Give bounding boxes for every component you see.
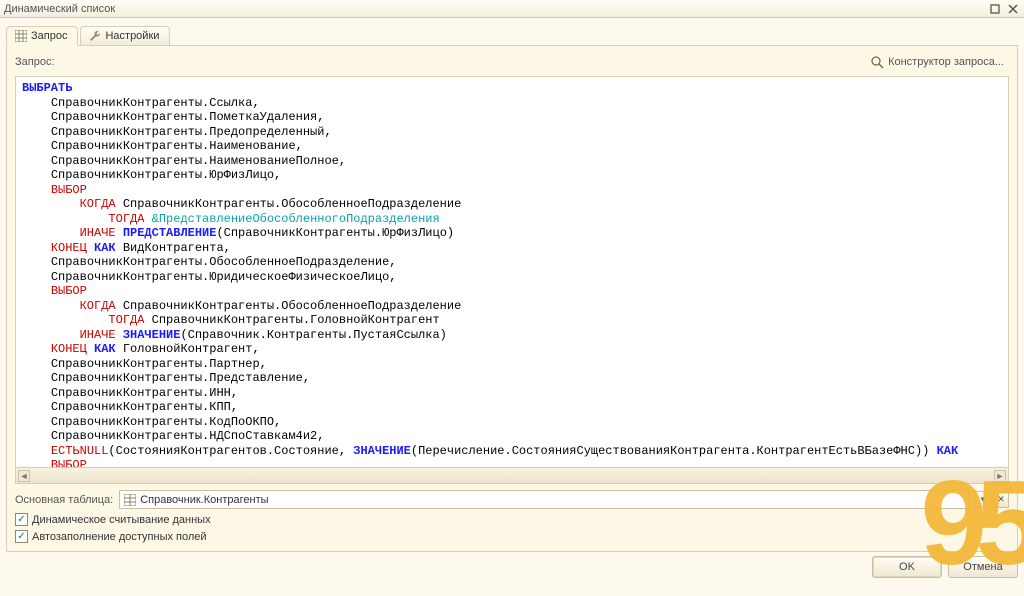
horizontal-scrollbar[interactable]: ◄ ►	[16, 467, 1008, 483]
dynamic-read-checkbox[interactable]: ✓ Динамическое считывание данных	[15, 513, 1009, 526]
tab-settings-label: Настройки	[105, 30, 159, 42]
close-button[interactable]	[1006, 2, 1020, 15]
table-small-icon	[124, 494, 136, 506]
main-table-input[interactable]: Справочник.Контрагенты	[119, 490, 969, 509]
ok-button[interactable]: OK	[872, 556, 942, 578]
magnifier-icon	[870, 55, 884, 69]
tab-query[interactable]: Запрос	[6, 26, 78, 46]
autofill-checkbox[interactable]: ✓ Автозаполнение доступных полей	[15, 530, 1009, 543]
dropdown-button[interactable]: ▾	[975, 491, 991, 508]
query-constructor-button[interactable]: Конструктор запроса...	[865, 52, 1009, 72]
check-icon: ✓	[15, 513, 28, 526]
check-icon: ✓	[15, 530, 28, 543]
tab-bar: Запрос Настройки	[6, 24, 1018, 46]
tab-query-label: Запрос	[31, 30, 67, 42]
clear-button[interactable]: ✕	[993, 491, 1009, 508]
window-title: Динамический список	[4, 3, 115, 15]
tab-settings[interactable]: Настройки	[80, 26, 170, 45]
window-controls	[988, 2, 1020, 15]
main-table-value: Справочник.Контрагенты	[140, 494, 268, 506]
wrench-icon	[89, 30, 101, 42]
dialog-buttons: OK Отмена	[6, 552, 1018, 584]
cancel-button[interactable]: Отмена	[948, 556, 1018, 578]
scroll-right-icon[interactable]: ►	[994, 470, 1006, 482]
main-table-label: Основная таблица:	[15, 494, 113, 506]
code-editor[interactable]: ВЫБРАТЬ СправочникКонтрагенты.Ссылка, Сп…	[15, 76, 1009, 484]
query-panel: Запрос: Конструктор запроса... ВЫБРАТЬ С…	[6, 46, 1018, 552]
maximize-button[interactable]	[988, 2, 1002, 15]
query-constructor-label: Конструктор запроса...	[888, 56, 1004, 68]
scroll-left-icon[interactable]: ◄	[18, 470, 30, 482]
query-label: Запрос:	[15, 56, 55, 68]
code-content[interactable]: ВЫБРАТЬ СправочникКонтрагенты.Ссылка, Сп…	[22, 81, 1002, 467]
dynamic-read-label: Динамическое считывание данных	[32, 514, 211, 526]
autofill-label: Автозаполнение доступных полей	[32, 531, 207, 543]
table-icon	[15, 30, 27, 42]
titlebar: Динамический список	[0, 0, 1024, 18]
